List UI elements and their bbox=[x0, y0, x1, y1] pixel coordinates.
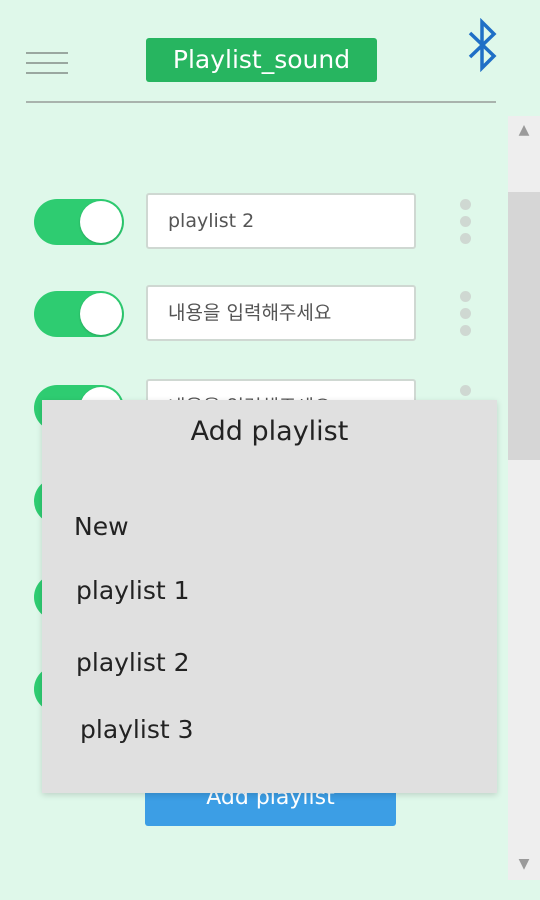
dialog-item-new[interactable]: New bbox=[74, 512, 129, 541]
dialog-item-playlist-2[interactable]: playlist 2 bbox=[76, 648, 190, 677]
playlist-name-field[interactable]: playlist 2 bbox=[146, 193, 416, 249]
playlist-name-field[interactable]: 내용을 입력해주세요 bbox=[146, 285, 416, 341]
toggle-knob bbox=[80, 201, 122, 243]
row-toggle[interactable] bbox=[34, 199, 124, 245]
bluetooth-icon[interactable] bbox=[462, 17, 502, 73]
scroll-down-icon[interactable]: ▼ bbox=[508, 850, 540, 878]
more-options-icon[interactable] bbox=[460, 199, 472, 245]
scroll-up-icon[interactable]: ▲ bbox=[508, 116, 540, 144]
page-title: Playlist_sound bbox=[146, 38, 377, 82]
more-options-icon[interactable] bbox=[460, 291, 472, 337]
dialog-title: Add playlist bbox=[190, 416, 349, 447]
dialog-item-playlist-3[interactable]: playlist 3 bbox=[80, 715, 194, 744]
header-divider bbox=[26, 101, 496, 103]
toggle-knob bbox=[80, 293, 122, 335]
dialog-item-playlist-1[interactable]: playlist 1 bbox=[76, 576, 190, 605]
row-toggle[interactable] bbox=[34, 291, 124, 337]
hamburger-menu-icon[interactable] bbox=[26, 50, 68, 76]
scrollbar-thumb[interactable] bbox=[508, 192, 540, 460]
add-playlist-dialog: Add playlist New playlist 1 playlist 2 p… bbox=[42, 400, 497, 793]
